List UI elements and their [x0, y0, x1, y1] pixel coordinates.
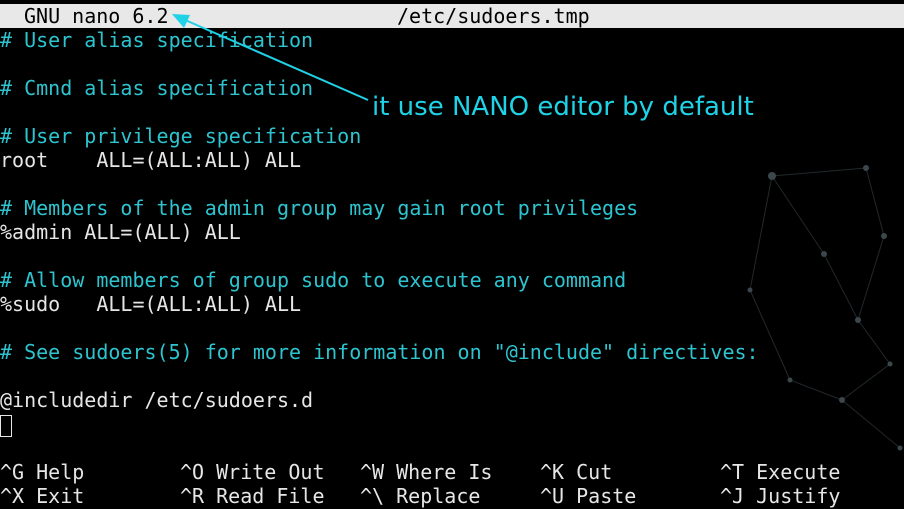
app-version-label: GNU nano 6.2 — [24, 4, 169, 28]
file-line — [0, 52, 904, 76]
text-cursor — [0, 414, 12, 437]
file-line — [0, 364, 904, 388]
file-line: %admin ALL=(ALL) ALL — [0, 220, 241, 244]
shortcut-key: ^T — [720, 460, 745, 484]
file-line — [0, 316, 904, 340]
shortcut-label: Help — [36, 460, 85, 484]
shortcut-row: ^X Exit ^R Read File ^\ Replace ^U Paste… — [0, 484, 904, 508]
shortcut-help[interactable]: ^G Help — [0, 460, 84, 484]
editor-text-area[interactable]: # User alias specification # Cmnd alias … — [0, 28, 904, 437]
file-line: root ALL=(ALL:ALL) ALL — [0, 148, 302, 172]
shortcut-key: ^K — [540, 460, 565, 484]
shortcut-justify[interactable]: ^J Justify — [720, 484, 840, 508]
file-line: %sudo ALL=(ALL:ALL) ALL — [0, 292, 302, 316]
shortcut-key: ^U — [540, 484, 565, 508]
shortcut-label: Where Is — [396, 460, 493, 484]
shortcut-key: ^G — [0, 460, 25, 484]
shortcut-key: ^\ — [360, 484, 385, 508]
shortcut-cut[interactable]: ^K Cut — [540, 460, 612, 484]
shortcut-where-is[interactable]: ^W Where Is — [360, 460, 492, 484]
shortcut-key: ^W — [360, 460, 385, 484]
shortcut-label: Replace — [396, 484, 481, 508]
cursor-line[interactable] — [0, 412, 904, 437]
shortcut-label: Paste — [576, 484, 637, 508]
shortcut-key: ^O — [180, 460, 205, 484]
shortcut-bar: ^G Help ^O Write Out ^W Where Is ^K Cut … — [0, 460, 904, 508]
shortcut-row: ^G Help ^O Write Out ^W Where Is ^K Cut … — [0, 460, 904, 484]
shortcut-key: ^R — [180, 484, 205, 508]
file-line: # User privilege specification — [0, 124, 362, 148]
shortcut-key: ^J — [720, 484, 745, 508]
file-line: @includedir /etc/sudoers.d — [0, 388, 314, 412]
shortcut-execute[interactable]: ^T Execute — [720, 460, 840, 484]
nano-title-bar: GNU nano 6.2 /etc/sudoers.tmp — [0, 4, 904, 28]
shortcut-label: Execute — [756, 460, 841, 484]
file-line: # Members of the admin group may gain ro… — [0, 196, 639, 220]
file-line: # See sudoers(5) for more information on… — [0, 340, 759, 364]
shortcut-label: Exit — [36, 484, 85, 508]
file-line: # User alias specification — [0, 28, 314, 52]
file-line: # Allow members of group sudo to execute… — [0, 268, 627, 292]
annotation-callout: it use NANO editor by default — [372, 92, 754, 122]
shortcut-exit[interactable]: ^X Exit — [0, 484, 84, 508]
shortcut-label: Write Out — [216, 460, 325, 484]
shortcut-key: ^X — [0, 484, 25, 508]
shortcut-replace[interactable]: ^\ Replace — [360, 484, 480, 508]
shortcut-paste[interactable]: ^U Paste — [540, 484, 636, 508]
shortcut-label: Cut — [576, 460, 613, 484]
file-line — [0, 244, 904, 268]
file-name-label: /etc/sudoers.tmp — [397, 4, 590, 28]
shortcut-label: Justify — [756, 484, 841, 508]
file-line — [0, 172, 904, 196]
shortcut-write-out[interactable]: ^O Write Out — [180, 460, 325, 484]
shortcut-label: Read File — [216, 484, 325, 508]
shortcut-read-file[interactable]: ^R Read File — [180, 484, 325, 508]
